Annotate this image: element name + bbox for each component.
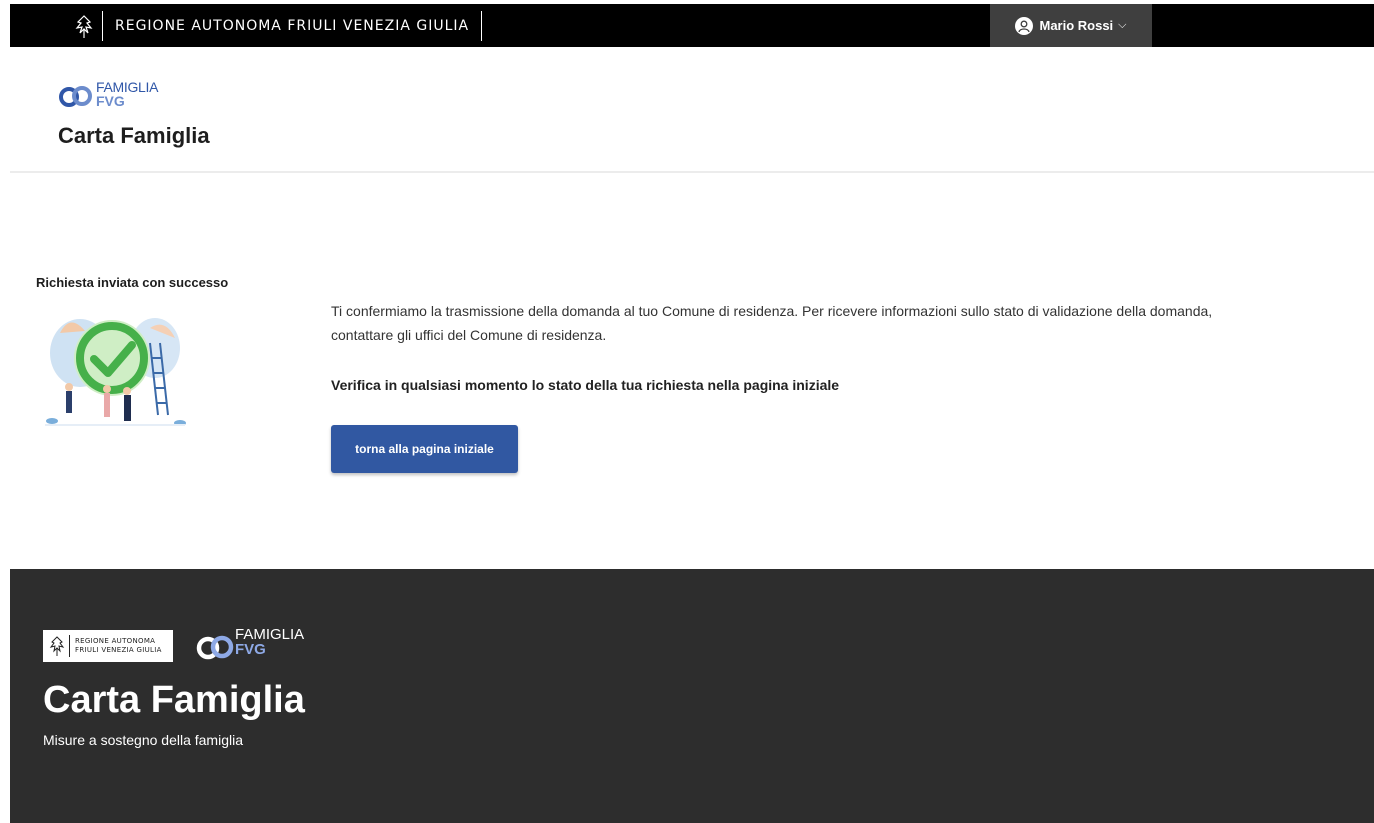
user-name: Mario Rossi <box>1039 18 1114 33</box>
footer-subtitle: Misure a sostegno della famiglia <box>43 732 243 748</box>
chevron-down-icon: ⌵ <box>1118 19 1127 31</box>
logo-word-fvg: FVG <box>96 93 125 109</box>
app-title: Carta Famiglia <box>58 123 210 148</box>
rings-logo-icon <box>196 635 234 660</box>
logo-word-famiglia: FAMIGLIA <box>96 79 159 95</box>
back-to-home-button[interactable]: torna alla pagina iniziale <box>331 425 518 473</box>
user-menu-button[interactable]: Mario Rossi ⌵ <box>990 4 1152 47</box>
footer: REGIONE AUTONOMA FRIULI VENEZIA GIULIA F… <box>10 569 1374 823</box>
region-logo[interactable]: REGIONE AUTONOMA FRIULI VENEZIA GIULIA <box>43 630 173 662</box>
famiglia-fvg-footer-logo[interactable]: FAMIGLIA FVG <box>195 627 304 663</box>
user-avatar-icon <box>1015 16 1034 35</box>
region-line1: REGIONE AUTONOMA <box>75 637 156 645</box>
eagle-emblem-icon <box>75 14 93 38</box>
logo-word-famiglia: FAMIGLIA <box>235 626 305 643</box>
divider <box>481 10 483 41</box>
famiglia-fvg-logo[interactable]: FAMIGLIA FVG <box>58 80 158 110</box>
divider <box>69 635 70 657</box>
top-bar: REGIONE AUTONOMA FRIULI VENEZIA GIULIA M… <box>10 4 1374 47</box>
success-checkmark-illustration <box>45 318 186 426</box>
divider <box>102 10 103 41</box>
region-header[interactable]: REGIONE AUTONOMA FRIULI VENEZIA GIULIA <box>74 4 483 47</box>
logo-word-fvg: FVG <box>235 641 266 658</box>
region-line2: FRIULI VENEZIA GIULIA <box>75 646 162 654</box>
eagle-emblem-icon <box>49 636 65 656</box>
confirmation-message: Ti confermiamo la trasmissione della dom… <box>331 303 1213 343</box>
footer-title: Carta Famiglia <box>43 679 305 721</box>
status-check-message: Verifica in qualsiasi momento lo stato d… <box>331 377 840 393</box>
success-title: Richiesta inviata con successo <box>36 275 229 290</box>
header-divider <box>10 171 1374 173</box>
region-name: REGIONE AUTONOMA FRIULI VENEZIA GIULIA <box>115 17 470 34</box>
rings-logo-icon <box>59 86 92 107</box>
